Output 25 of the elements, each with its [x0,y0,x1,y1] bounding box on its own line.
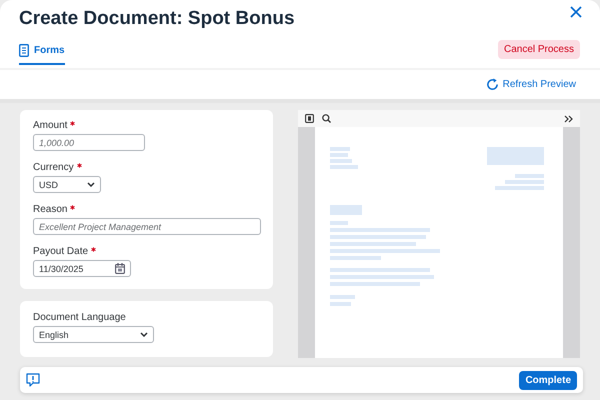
input-field[interactable]: Excellent Project Management [33,218,261,235]
outline-icon[interactable] [305,114,314,123]
form-icon [19,44,29,57]
expand-icon[interactable] [564,114,573,122]
cancel-button[interactable]: Cancel Process [498,40,580,58]
complete-button[interactable]: Complete [519,370,577,390]
close-button[interactable] [570,6,582,18]
caret-icon [87,182,95,187]
search-icon[interactable] [322,114,331,123]
forms-tab[interactable]: Forms [19,40,65,65]
dropdown[interactable]: USD [33,176,101,193]
refresh-icon [486,78,499,91]
field-label: Currency [33,162,74,173]
dialog-title: Create Document: Spot Bonus [19,8,295,31]
field-label: Payout Date [33,246,88,257]
input-field[interactable]: 1,000.00 [33,134,145,151]
field-label: Reason [33,204,68,215]
field-label: Document Language [33,312,127,323]
dropdown[interactable]: English [33,326,154,343]
calendar-icon[interactable] [115,263,125,274]
date-field[interactable]: 11/30/2025 [33,260,131,277]
field-label: Amount [33,120,68,131]
caret-icon [140,332,148,337]
feedback-icon[interactable] [26,373,40,387]
refresh-preview-button[interactable]: Refresh Preview [486,76,576,93]
